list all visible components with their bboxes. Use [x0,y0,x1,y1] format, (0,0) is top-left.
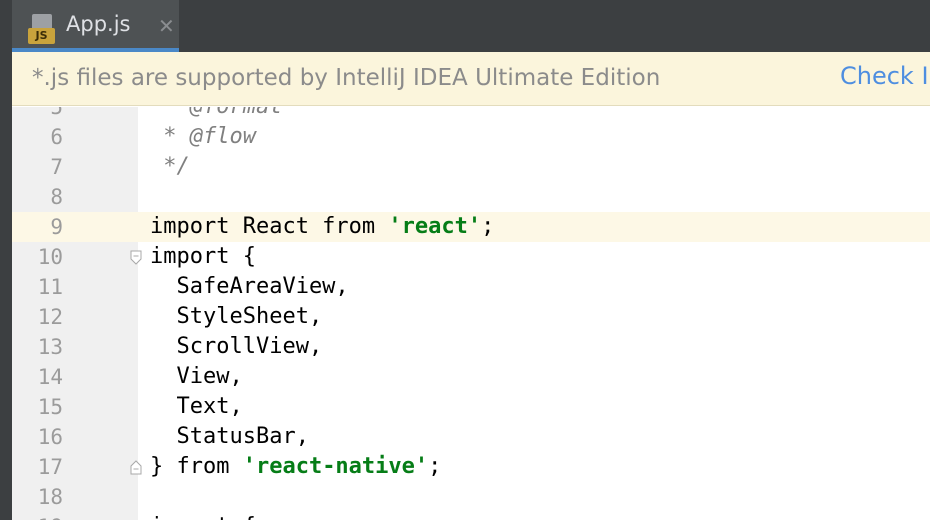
code-keyword-segment: import React from [150,214,389,239]
code-line[interactable]: 15 Text, [12,392,930,422]
code-text: View, [150,364,243,389]
code-text: StyleSheet, [150,304,323,329]
code-lines: 5 * @format6 * @flow7 */89import React f… [12,107,930,520]
javascript-file-icon: JS [28,14,62,44]
line-number: 6 [50,125,63,149]
code-punctuation: ; [428,454,442,479]
code-punctuation: ; [481,214,495,239]
line-number: 11 [37,275,63,299]
line-number: 19 [12,512,63,520]
line-number: 17 [37,455,63,479]
banner-message: *.js files are supported by IntelliJ IDE… [32,65,661,91]
line-number: 13 [37,335,63,359]
js-badge-label: JS [28,28,55,44]
editor-tab-bar: JS App.js ✕ [0,0,930,52]
line-number: 9 [50,215,63,239]
code-text: StatusBar, [150,424,309,449]
code-line[interactable]: 10 import { [12,242,930,272]
code-text: * @format [150,107,282,122]
code-editor[interactable]: 5 * @format6 * @flow7 */89import React f… [12,107,930,520]
code-text: ScrollView, [150,334,323,359]
notification-banner: *.js files are supported by IntelliJ IDE… [12,52,930,106]
code-line[interactable]: 5 * @format [12,107,930,122]
code-text: SafeAreaView, [150,274,349,299]
code-line[interactable]: 18 [12,482,930,512]
line-number: 8 [50,185,63,209]
check-link[interactable]: Check I [840,62,929,90]
code-line[interactable]: 8 [12,182,930,212]
code-keyword-segment: } from [150,454,243,479]
code-line[interactable]: 9 import React from 'react'; [12,212,930,242]
code-line[interactable]: 13 ScrollView, [12,332,930,362]
code-text: Text, [150,394,243,419]
line-number: 10 [37,245,63,269]
code-line[interactable]: 6 * @flow [12,122,930,152]
code-line[interactable]: 7 */ [12,152,930,182]
code-text: * @flow [150,124,256,149]
code-line[interactable]: 17 } from 'react-native'; [12,452,930,482]
code-line[interactable]: 14 View, [12,362,930,392]
code-text: import { [150,512,256,520]
line-number: 18 [37,485,63,509]
code-line[interactable]: 19 import { [12,512,930,520]
tab-title: App.js [66,12,131,36]
string-literal: 'react-native' [242,454,429,479]
fold-toggle-icon[interactable] [130,250,142,265]
line-number: 12 [37,305,63,329]
tab-app-js[interactable]: JS App.js ✕ [12,0,179,52]
left-tool-strip [0,52,12,520]
code-line[interactable]: 11 SafeAreaView, [12,272,930,302]
string-literal: 'react' [388,214,482,239]
code-text: */ [150,154,190,179]
line-number: 14 [37,365,63,389]
code-text: import React from 'react'; [150,212,494,242]
code-text: } from 'react-native'; [150,452,441,482]
line-number: 7 [50,155,63,179]
line-number: 5 [50,107,63,119]
line-number: 15 [37,395,63,419]
code-line[interactable]: 16 StatusBar, [12,422,930,452]
line-number: 16 [37,425,63,449]
close-icon[interactable]: ✕ [158,14,175,38]
code-text: import { [150,244,256,269]
code-line[interactable]: 12 StyleSheet, [12,302,930,332]
fold-toggle-icon[interactable] [130,460,142,475]
